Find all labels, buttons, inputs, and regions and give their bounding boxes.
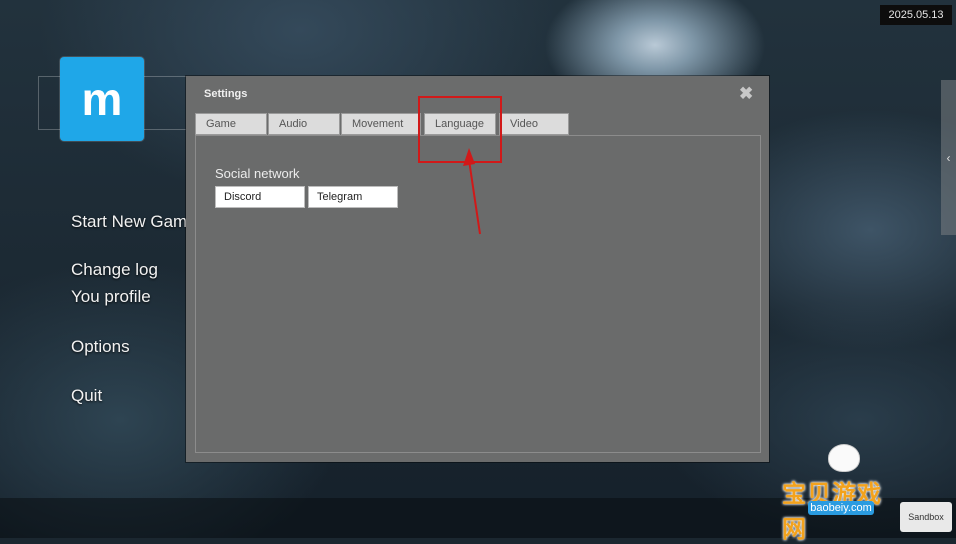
menu-start-new-game[interactable]: Start New Gam [71,212,187,232]
menu-quit[interactable]: Quit [71,386,102,406]
tab-movement[interactable]: Movement [341,113,421,135]
discord-button[interactable]: Discord [215,186,305,208]
watermark: 宝贝游戏网 baobeiy.com [782,444,898,543]
menu-options[interactable]: Options [71,337,130,357]
sandbox-button[interactable]: Sandbox [900,502,952,532]
dialog-title: Settings [204,88,248,100]
tab-video[interactable]: Video [499,113,569,135]
watermark-url: baobeiy.com [808,501,874,515]
menu-change-log[interactable]: Change log [71,260,158,280]
social-network-label: Social network [215,166,300,181]
tab-audio[interactable]: Audio [268,113,340,135]
menu-your-profile[interactable]: You profile [71,287,151,307]
tab-game[interactable]: Game [195,113,267,135]
tab-content-panel: Social network Discord Telegram [195,135,761,453]
chevron-left-icon: ‹ [946,150,951,165]
annotation-highlight-box [418,96,502,163]
app-logo: m [60,57,144,141]
date-badge: 2025.05.13 [880,5,952,25]
side-panel-toggle[interactable]: ‹ [941,80,956,235]
close-icon[interactable]: ✖ [739,84,753,104]
gamepad-mascot-icon [828,444,860,472]
telegram-button[interactable]: Telegram [308,186,398,208]
